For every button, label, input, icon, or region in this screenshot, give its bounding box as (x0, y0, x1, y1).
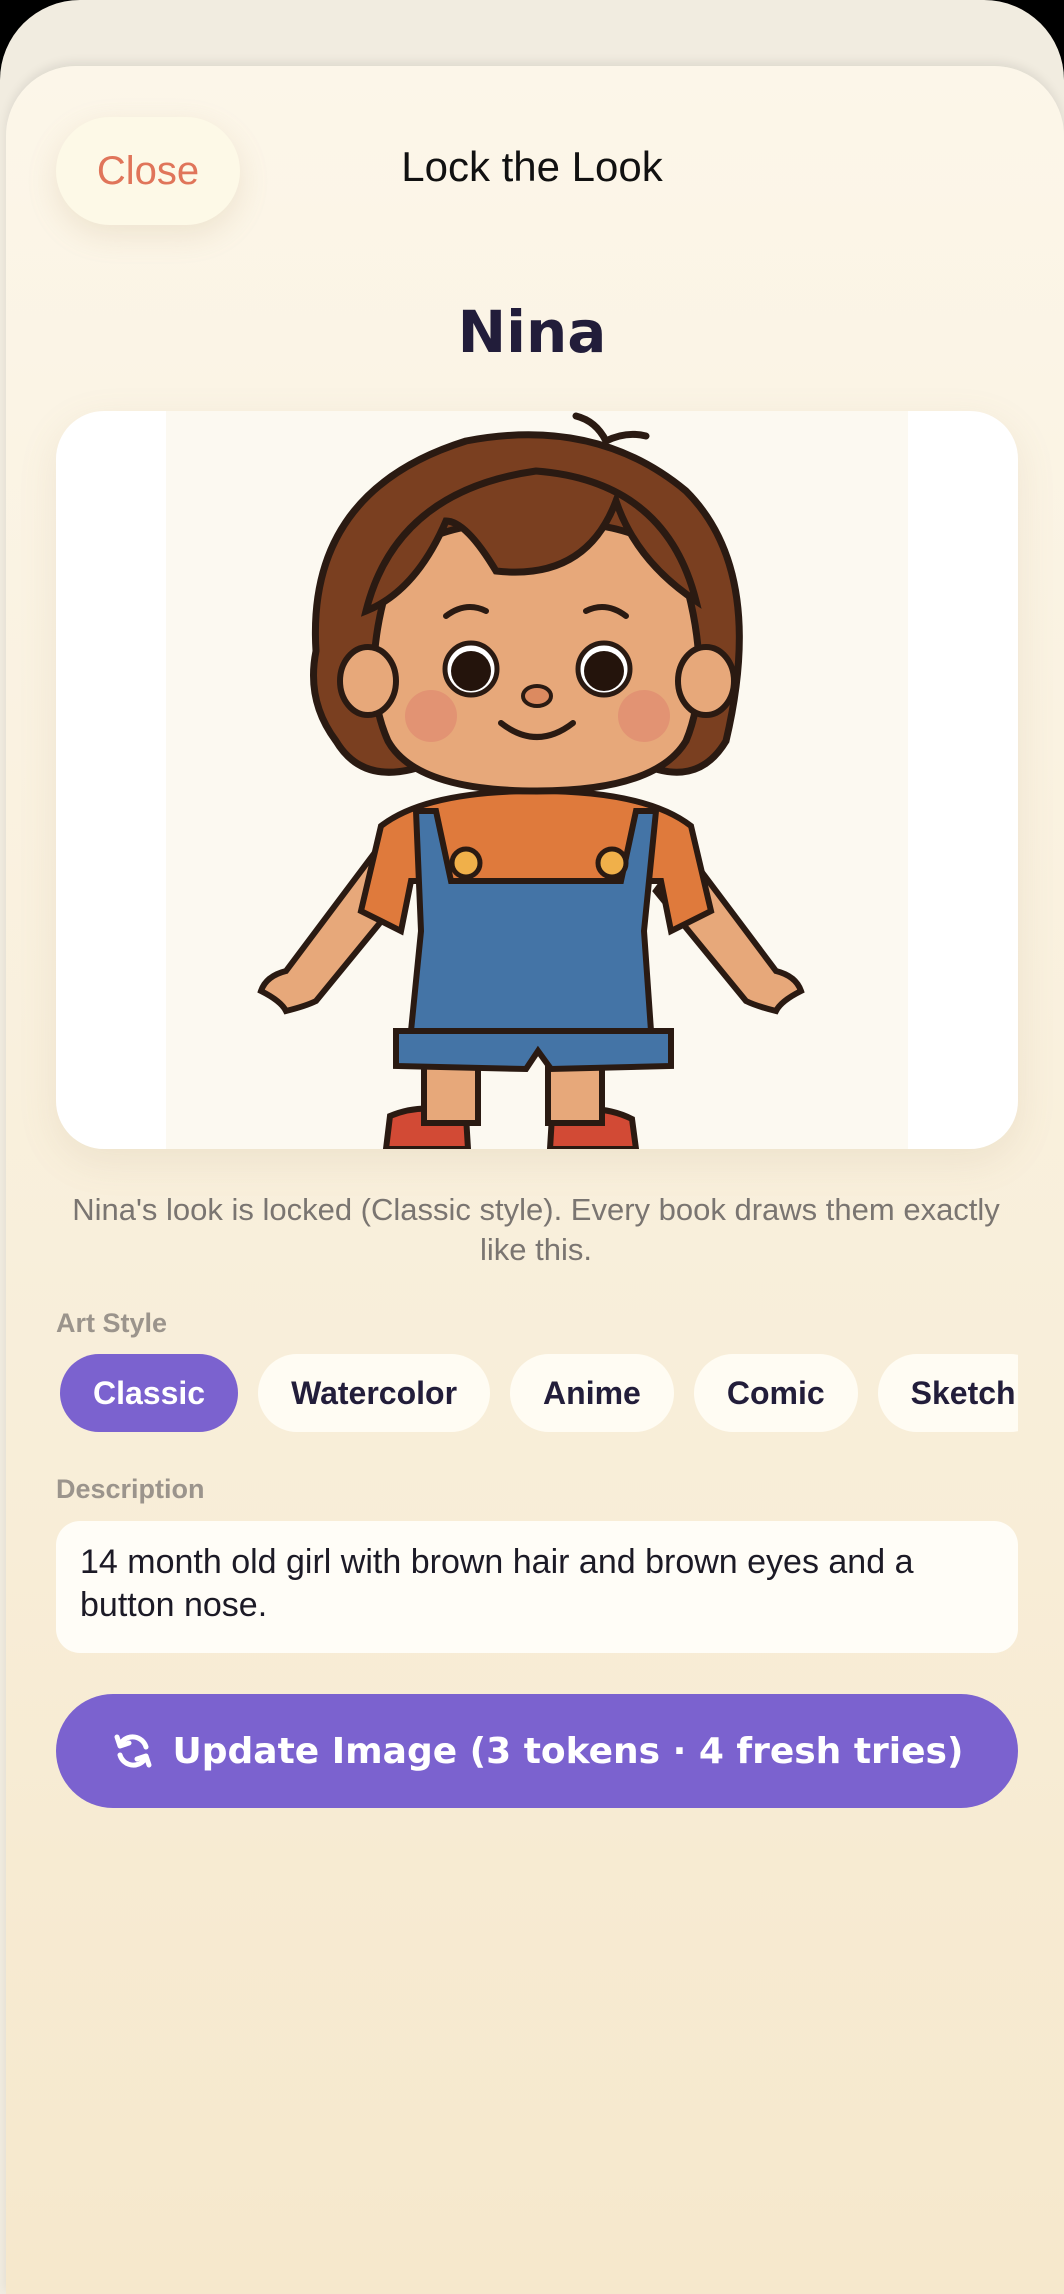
character-image-card (56, 411, 1018, 1149)
character-image (166, 411, 908, 1149)
locked-note: Nina's look is locked (Classic style). E… (72, 1192, 1000, 1267)
modal-sheet (6, 66, 1064, 2294)
art-style-label: Art Style (56, 1308, 168, 1338)
update-image-label: Update Image (3 tokens · 4 fresh tries) (172, 1730, 964, 1772)
character-illustration (257, 412, 805, 1149)
style-chip-anime[interactable]: Anime (510, 1354, 674, 1432)
sheet-title: Lock the Look (401, 143, 663, 190)
update-image-button[interactable]: Update Image (3 tokens · 4 fresh tries) (56, 1694, 1018, 1808)
style-chip-comic[interactable]: Comic (693, 1354, 858, 1432)
description-label: Description (56, 1474, 205, 1504)
style-chip-sketch[interactable]: Sketch (877, 1354, 1018, 1432)
character-name: Nina (457, 298, 607, 366)
style-chip-classic[interactable]: Classic (60, 1354, 239, 1432)
art-style-selector[interactable]: Classic Watercolor Anime Comic Sketch (56, 1354, 1018, 1434)
description-field[interactable]: 14 month old girl with brown hair and br… (56, 1521, 1018, 1653)
refresh-icon (111, 1729, 155, 1773)
style-chip-watercolor[interactable]: Watercolor (258, 1354, 491, 1432)
